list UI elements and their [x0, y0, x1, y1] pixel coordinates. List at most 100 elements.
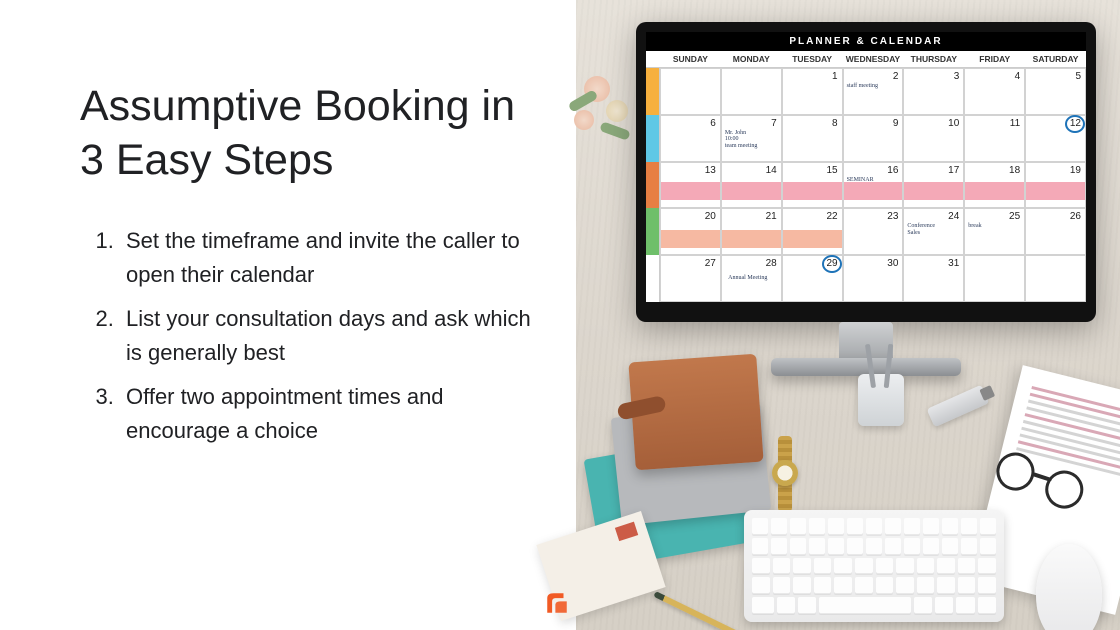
calendar-cell: 6 — [660, 115, 721, 162]
calendar-cell — [964, 255, 1025, 302]
date-number: 11 — [1010, 118, 1020, 129]
date-number: 5 — [1075, 71, 1081, 82]
calendar-cell: 31 — [903, 255, 964, 302]
wristwatch — [772, 436, 798, 512]
calendar-cell: 1 — [782, 68, 843, 115]
calendar-cell: 20 — [660, 208, 721, 255]
calendar-cell — [1025, 255, 1086, 302]
date-number: 6 — [710, 118, 716, 129]
day-label: WEDNESDAY — [843, 51, 904, 68]
calendar-cell: 17 — [903, 162, 964, 209]
date-number: 19 — [1070, 165, 1081, 176]
calendar-cell — [660, 68, 721, 115]
calendar-cell: 12 — [1025, 115, 1086, 162]
date-number: 7 — [771, 118, 777, 129]
image-panel: PLANNER & CALENDAR SUNDAY MONDAY TUESDAY… — [576, 0, 1120, 630]
calendar-cell: 26 — [1025, 208, 1086, 255]
step-item: Set the timeframe and invite the caller … — [120, 224, 536, 292]
date-number: 24 — [948, 211, 959, 222]
date-number: 10 — [948, 118, 959, 129]
calendar-cell — [721, 68, 782, 115]
day-label: MONDAY — [721, 51, 782, 68]
calendar-day-row: SUNDAY MONDAY TUESDAY WEDNESDAY THURSDAY… — [646, 51, 1086, 68]
date-number: 9 — [893, 118, 899, 129]
calendar-cell: 27 — [660, 255, 721, 302]
brand-logo-icon — [544, 590, 570, 616]
day-label: SUNDAY — [660, 51, 721, 68]
calendar-cell: 22 — [782, 208, 843, 255]
date-number: 3 — [954, 71, 960, 82]
day-label: FRIDAY — [964, 51, 1025, 68]
calendar-cell: 11 — [964, 115, 1025, 162]
calendar-cell: 21 — [721, 208, 782, 255]
calendar-cell: 16 SEMINAR — [843, 162, 904, 209]
steps-list: Set the timeframe and invite the caller … — [80, 224, 536, 459]
calendar-grid: 12staff meeting34567Mr. John 10:00 team … — [646, 68, 1086, 302]
date-number: 8 — [832, 118, 838, 129]
calendar-cell: 13 — [660, 162, 721, 209]
date-number: 16 — [887, 165, 898, 176]
calendar-cell: 8 — [782, 115, 843, 162]
day-label: SATURDAY — [1025, 51, 1086, 68]
day-label: TUESDAY — [782, 51, 843, 68]
date-number: 27 — [705, 258, 716, 269]
monitor-screen: PLANNER & CALENDAR SUNDAY MONDAY TUESDAY… — [646, 32, 1086, 302]
keyboard — [744, 510, 1004, 622]
calendar-note: staff meeting — [847, 83, 878, 90]
calendar-cell: 15 — [782, 162, 843, 209]
date-number: 17 — [948, 165, 959, 176]
date-number: 26 — [1070, 211, 1081, 222]
calendar-note: SEMINAR — [847, 177, 874, 184]
calendar-note: Mr. John 10:00 team meeting — [725, 130, 758, 150]
date-number: 21 — [766, 211, 777, 222]
calendar-cell: 7 Mr. John 10:00 team meeting — [721, 115, 782, 162]
monitor: PLANNER & CALENDAR SUNDAY MONDAY TUESDAY… — [636, 22, 1096, 322]
day-label: THURSDAY — [903, 51, 964, 68]
text-panel: Assumptive Booking in 3 Easy Steps Set t… — [0, 0, 576, 630]
calendar-tab — [646, 68, 660, 115]
calendar-cell: 4 — [964, 68, 1025, 115]
calendar-tab — [646, 255, 660, 302]
calendar-cell: 10 — [903, 115, 964, 162]
calendar-cell: 24 Conference Sales — [903, 208, 964, 255]
calendar-note: Conference Sales — [907, 223, 935, 236]
calendar-cell: 14 — [721, 162, 782, 209]
calendar-tab — [646, 115, 660, 162]
calendar-cell: 29 — [782, 255, 843, 302]
calendar-cell: 23 — [843, 208, 904, 255]
date-number: 23 — [887, 211, 898, 222]
calendar-cell: 9 — [843, 115, 904, 162]
date-number: 22 — [826, 211, 837, 222]
date-number: 31 — [948, 258, 959, 269]
calendar-title: PLANNER & CALENDAR — [646, 32, 1086, 51]
calendar-cell: 19 — [1025, 162, 1086, 209]
date-number: 14 — [766, 165, 777, 176]
date-number: 1 — [832, 71, 838, 82]
step-item: List your consultation days and ask whic… — [120, 302, 536, 370]
date-number: 4 — [1015, 71, 1021, 82]
date-circle — [1065, 115, 1085, 133]
date-number: 20 — [705, 211, 716, 222]
date-number: 28 — [766, 258, 777, 269]
calendar-cell: 5 — [1025, 68, 1086, 115]
calendar-note: break — [968, 223, 981, 230]
calendar-note: Annual Meeting — [728, 275, 767, 281]
calendar-tab — [646, 162, 660, 209]
calendar-cell: 3 — [903, 68, 964, 115]
date-number: 15 — [826, 165, 837, 176]
calendar-cell: 30 — [843, 255, 904, 302]
calendar-cell: 25 break — [964, 208, 1025, 255]
date-number: 30 — [887, 258, 898, 269]
slide: Assumptive Booking in 3 Easy Steps Set t… — [0, 0, 1120, 630]
date-circle — [822, 255, 842, 273]
slide-title: Assumptive Booking in 3 Easy Steps — [80, 80, 536, 188]
date-number: 13 — [705, 165, 716, 176]
date-number: 25 — [1009, 211, 1020, 222]
calendar-cell: 2 staff meeting — [843, 68, 904, 115]
calendar-tab — [646, 208, 660, 255]
date-number: 2 — [893, 71, 899, 82]
pen-holder — [858, 374, 904, 426]
date-number: 18 — [1009, 165, 1020, 176]
leather-journal — [628, 354, 763, 471]
calendar-cell: 18 — [964, 162, 1025, 209]
